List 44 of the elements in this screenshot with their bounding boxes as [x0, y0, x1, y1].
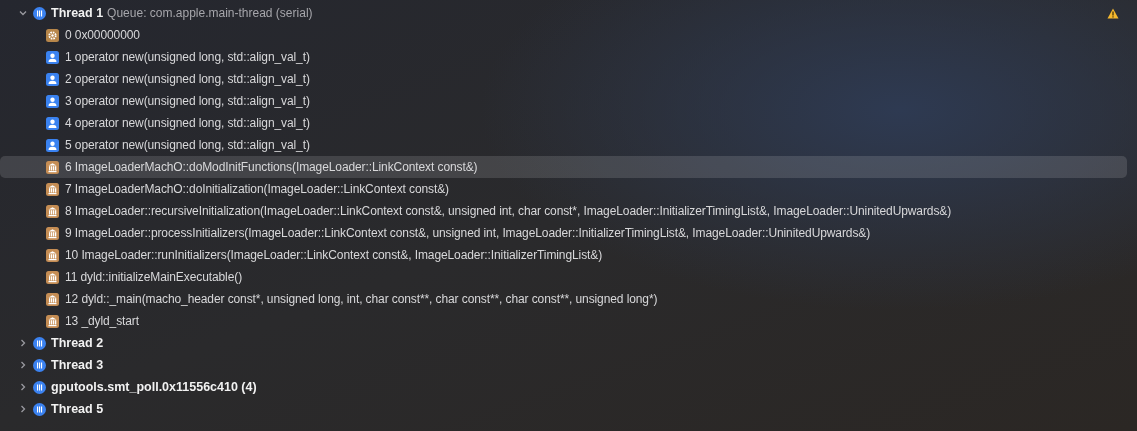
stack-frame-row[interactable]: 11 dyld::initializeMainExecutable(): [0, 266, 1127, 288]
building-icon: [46, 226, 59, 240]
chevron-down-icon[interactable]: [18, 8, 28, 18]
stack-frame-row[interactable]: 12 dyld::_main(macho_header const*, unsigned long, int, char const**, char const**, char const**, unsigned long*): [0, 288, 1127, 310]
thread-icon: [33, 358, 46, 372]
thread-name: Thread 3: [51, 358, 104, 372]
person-icon: [46, 50, 59, 64]
stack-frame-row[interactable]: 13 _dyld_start: [0, 310, 1127, 332]
stack-frame-row[interactable]: 2 operator new(unsigned long, std::align_val_t): [0, 68, 1127, 90]
thread-name: Thread 1: [51, 6, 104, 20]
chevron-right-icon[interactable]: [18, 360, 28, 370]
thread-icon: [33, 336, 46, 350]
stack-frame-row[interactable]: 9 ImageLoader::processInitializers(ImageLoader::LinkContext const&, unsigned int, ImageLoader::InitializerTimingList&, ImageLoader::UninitedUpwards&): [0, 222, 1127, 244]
stack-frame-row[interactable]: 8 ImageLoader::recursiveInitialization(ImageLoader::LinkContext const&, unsigned int, char const*, ImageLoader::InitializerTimingList&, ImageLoader::UninitedUpwards&): [0, 200, 1127, 222]
building-icon: [46, 160, 59, 174]
building-icon: [46, 292, 59, 306]
stack-frame-row[interactable]: 4 operator new(unsigned long, std::align_val_t): [0, 112, 1127, 134]
person-icon: [46, 72, 59, 86]
thread-name: Thread 2: [51, 336, 104, 350]
chevron-right-icon[interactable]: [18, 404, 28, 414]
building-icon: [46, 248, 59, 262]
stack-frame-row[interactable]: 6 ImageLoaderMachO::doModInitFunctions(ImageLoader::LinkContext const&): [0, 156, 1127, 178]
thread-icon: [33, 380, 46, 394]
chevron-right-icon[interactable]: [18, 338, 28, 348]
stack-frame-row[interactable]: 5 operator new(unsigned long, std::align_val_t): [0, 134, 1127, 156]
thread-name: Thread 5: [51, 402, 104, 416]
thread-icon: [33, 402, 46, 416]
building-icon: [46, 182, 59, 196]
stack-frame-row[interactable]: 10 ImageLoader::runInitializers(ImageLoader::LinkContext const&, ImageLoader::InitializerTimingList&): [0, 244, 1127, 266]
thread-icon: [33, 6, 46, 20]
building-icon: [46, 270, 59, 284]
queue-label: Queue: com.apple.main-thread (serial): [107, 6, 313, 20]
building-icon: [46, 314, 59, 328]
person-icon: [46, 94, 59, 108]
stack-frame-row[interactable]: 7 ImageLoaderMachO::doInitialization(ImageLoader::LinkContext const&): [0, 178, 1127, 200]
person-icon: [46, 138, 59, 152]
building-icon: [46, 204, 59, 218]
stack-frame-row[interactable]: 1 operator new(unsigned long, std::align_val_t): [0, 46, 1127, 68]
chevron-right-icon[interactable]: [18, 382, 28, 392]
gear-icon: [46, 28, 59, 42]
stack-frame-row[interactable]: 3 operator new(unsigned long, std::align_val_t): [0, 90, 1127, 112]
person-icon: [46, 116, 59, 130]
thread-name: gputools.smt_poll.0x11556c410 (4): [51, 380, 257, 394]
stack-frame-row[interactable]: 0 0x00000000: [0, 24, 1127, 46]
